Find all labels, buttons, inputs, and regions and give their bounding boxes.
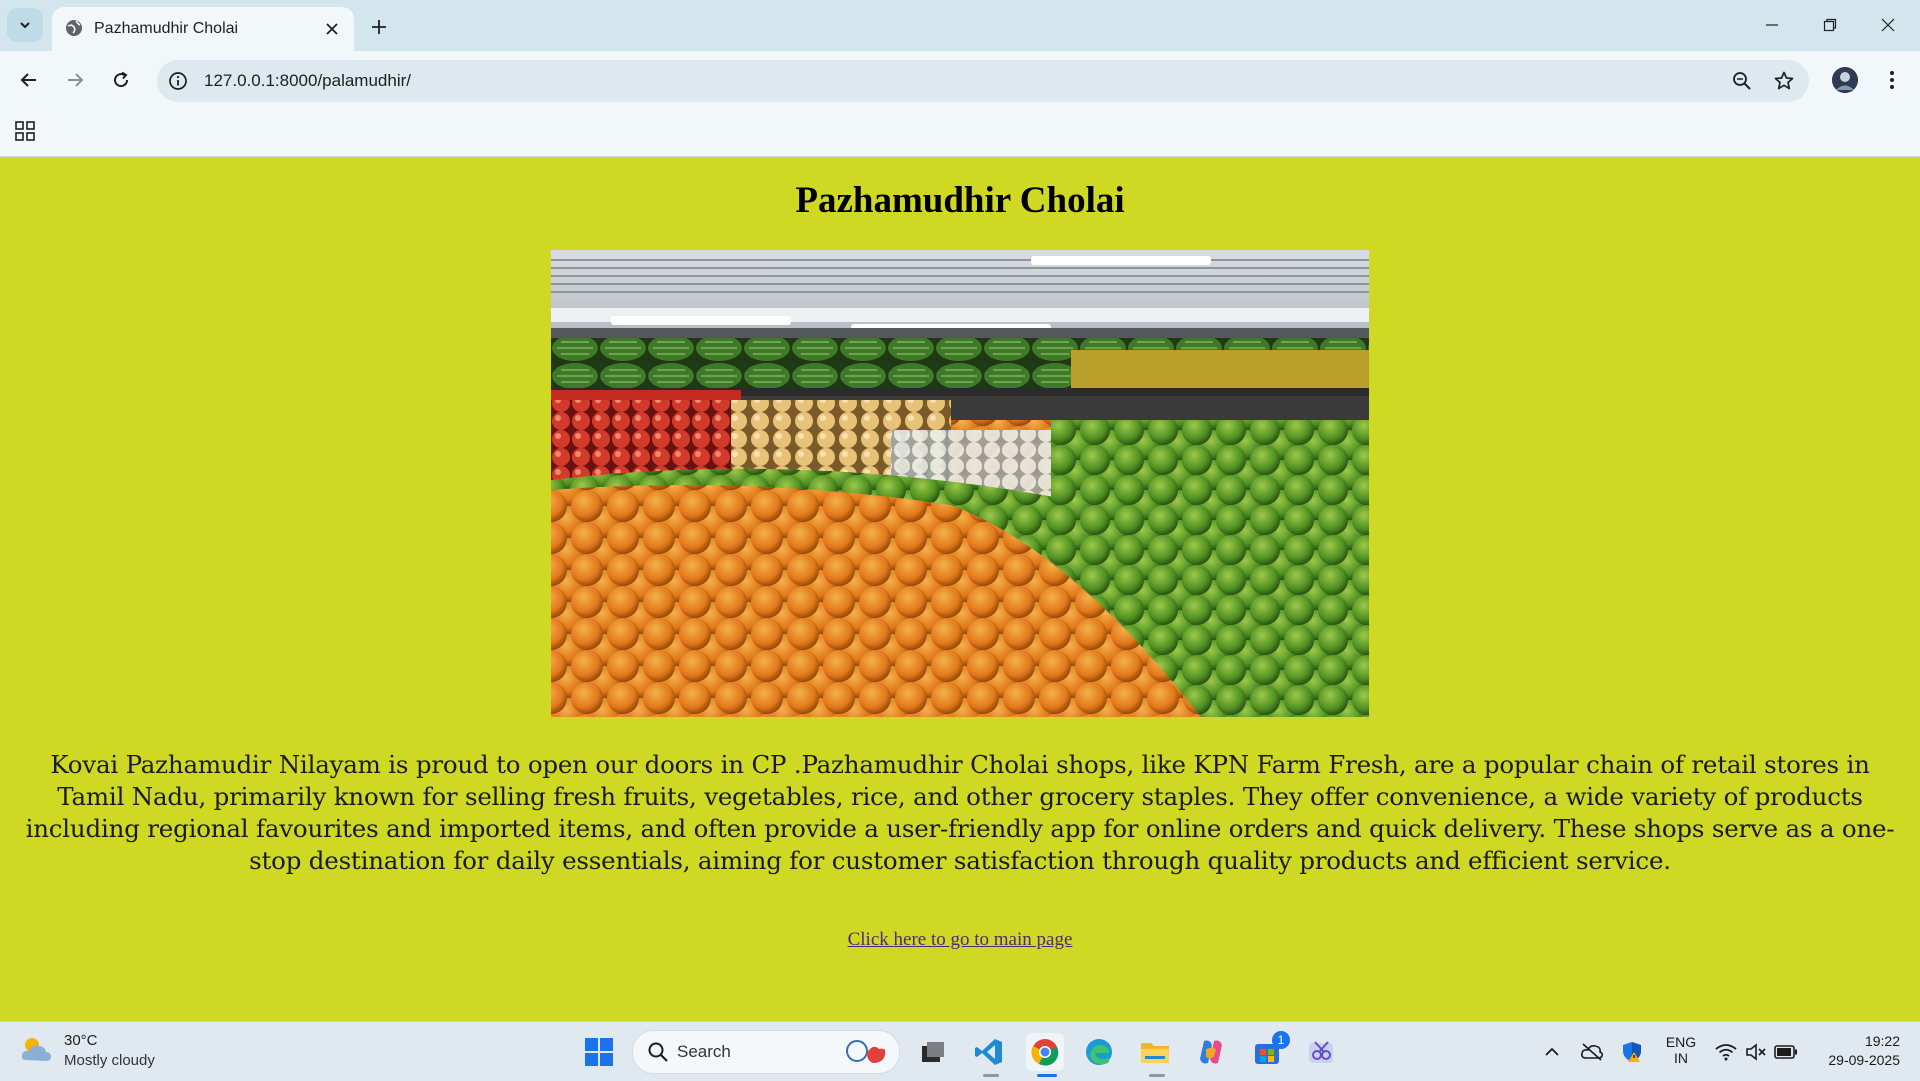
restore-icon	[1823, 18, 1837, 32]
info-icon[interactable]	[167, 70, 189, 92]
back-button[interactable]	[14, 65, 44, 95]
weather-condition: Mostly cloudy	[64, 1052, 155, 1069]
arrow-right-icon	[68, 73, 84, 87]
volume-muted-icon	[1746, 1043, 1766, 1061]
start-button[interactable]	[580, 1033, 618, 1071]
task-view-icon	[922, 1042, 944, 1062]
more-vert-icon	[1890, 71, 1894, 89]
bookmark-star-icon[interactable]	[1773, 70, 1795, 92]
chevron-up-icon	[1545, 1047, 1559, 1056]
security-button[interactable]	[1614, 1033, 1650, 1071]
language-code: ENG	[1665, 1034, 1697, 1050]
file-explorer-app[interactable]	[1136, 1033, 1174, 1071]
new-tab-button[interactable]	[364, 12, 394, 42]
page-description: Kovai Pazhamudir Nilayam is proud to ope…	[25, 750, 1895, 875]
folder-icon	[1141, 1043, 1169, 1063]
vscode-app[interactable]	[970, 1033, 1008, 1071]
wifi-icon	[1715, 1044, 1737, 1061]
explorer-running-indicator	[1149, 1074, 1165, 1077]
main-page-link[interactable]: Click here to go to main page	[848, 929, 1073, 950]
battery-icon	[1774, 1045, 1797, 1059]
reload-button[interactable]	[106, 65, 136, 95]
zoom-icon[interactable]	[1731, 70, 1753, 92]
chrome-active-indicator	[1037, 1074, 1057, 1077]
copilot-icon	[1200, 1040, 1222, 1064]
vscode-icon	[975, 1039, 1002, 1065]
weather-temperature: 30°C	[64, 1032, 98, 1049]
search-placeholder: Search	[677, 1042, 731, 1061]
task-view-button[interactable]	[914, 1033, 952, 1071]
snipping-tool-app[interactable]	[1302, 1033, 1340, 1071]
snipping-tool-icon	[1309, 1041, 1333, 1063]
clock-time: 19:22	[1864, 1033, 1900, 1049]
apps-grid-icon[interactable]	[14, 120, 36, 142]
show-hidden-icons-button[interactable]	[1534, 1033, 1570, 1071]
region-code: IN	[1674, 1050, 1688, 1066]
edge-icon	[1086, 1039, 1112, 1065]
minimize-icon	[1766, 24, 1778, 26]
onedrive-button[interactable]	[1574, 1033, 1610, 1071]
page-content: Pazhamudhir Cholai Kovai Pazhamudir Nila…	[0, 157, 1920, 1021]
close-icon	[326, 23, 338, 35]
edge-app[interactable]	[1080, 1033, 1118, 1071]
weather-widget[interactable]: 30°C Mostly cloudy	[18, 1030, 178, 1074]
chrome-icon	[1031, 1039, 1059, 1066]
battery-button[interactable]	[1768, 1033, 1804, 1071]
bookmarks-bar	[0, 106, 1920, 157]
chevron-down-icon	[20, 22, 30, 29]
cloud-offline-icon	[1581, 1043, 1604, 1061]
shield-warning-icon	[1623, 1042, 1641, 1062]
cloudy-weather-icon	[21, 1038, 51, 1061]
reload-icon	[114, 71, 129, 88]
page-title: Pazhamudhir Cholai	[795, 180, 1125, 221]
close-icon	[1881, 18, 1895, 32]
address-bar[interactable]: 127.0.0.1:8000/palamudhir/	[157, 60, 1809, 102]
forward-button[interactable]	[60, 65, 90, 95]
copilot-app[interactable]	[1192, 1033, 1230, 1071]
language-indicator[interactable]: ENG IN	[1660, 1034, 1702, 1066]
clock-date: 29-09-2025	[1828, 1052, 1900, 1068]
tab-close-button[interactable]	[321, 18, 343, 40]
main-page-link-container: Click here to go to main page	[0, 929, 1920, 951]
windows-logo-icon	[585, 1038, 613, 1066]
active-tab[interactable]: Pazhamudhir Cholai	[52, 7, 354, 51]
taskbar-search[interactable]: Search	[632, 1030, 900, 1074]
chrome-app[interactable]	[1026, 1033, 1064, 1071]
url-text[interactable]: 127.0.0.1:8000/palamudhir/	[204, 71, 411, 91]
restore-button[interactable]	[1810, 10, 1850, 40]
minimize-button[interactable]	[1752, 10, 1792, 40]
microsoft-store-app[interactable]: 1	[1248, 1031, 1290, 1071]
profile-avatar[interactable]	[1832, 67, 1858, 93]
profile-icon	[1832, 67, 1858, 93]
clock[interactable]: 19:22 29-09-2025	[1806, 1033, 1900, 1068]
search-highlight-icon	[846, 1040, 886, 1063]
browser-toolbar: 127.0.0.1:8000/palamudhir/	[0, 51, 1920, 106]
taskbar: 30°C Mostly cloudy Search 1 ENG IN 19:22…	[0, 1021, 1920, 1081]
search-icon	[648, 1042, 668, 1062]
globe-icon	[66, 20, 82, 36]
tab-strip: Pazhamudhir Cholai	[0, 0, 1920, 51]
arrow-left-icon	[20, 73, 36, 87]
vscode-running-indicator	[983, 1074, 999, 1077]
store-badge: 1	[1272, 1031, 1290, 1049]
tab-search-button[interactable]	[7, 8, 43, 42]
close-window-button[interactable]	[1868, 10, 1908, 40]
fruit-shop-image	[551, 250, 1369, 717]
tab-title: Pazhamudhir Cholai	[94, 20, 239, 37]
browser-menu-button[interactable]	[1880, 65, 1904, 95]
plus-icon	[372, 20, 386, 34]
